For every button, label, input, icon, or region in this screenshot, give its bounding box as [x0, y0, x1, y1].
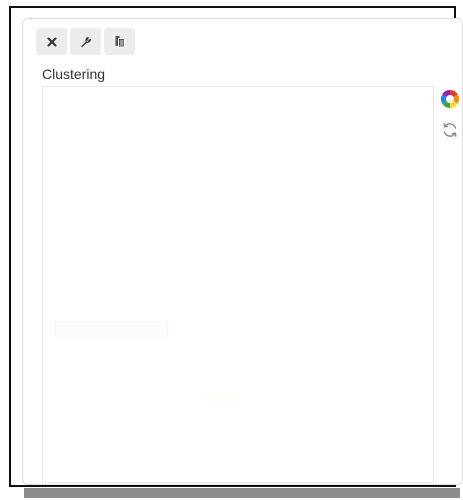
drop-shadow [24, 488, 460, 498]
refresh-icon [443, 123, 457, 137]
copy-button[interactable] [104, 28, 135, 55]
settings-button[interactable] [70, 28, 101, 55]
widget-toolbar [36, 28, 135, 55]
close-icon [47, 37, 56, 46]
wrench-icon [80, 36, 91, 47]
color-wheel-icon [440, 90, 460, 108]
close-button[interactable] [36, 28, 67, 55]
color-scheme-button[interactable] [440, 89, 460, 114]
widget-title: Clustering [42, 66, 106, 82]
copy-icon [115, 36, 125, 48]
widget-panel: Clustering [22, 18, 463, 485]
faint-placeholder [55, 321, 168, 337]
clustering-plot-area[interactable] [42, 86, 434, 483]
refresh-button[interactable] [441, 121, 459, 144]
faint-placeholder [203, 393, 239, 403]
screenshot-frame: Clustering [9, 6, 463, 487]
